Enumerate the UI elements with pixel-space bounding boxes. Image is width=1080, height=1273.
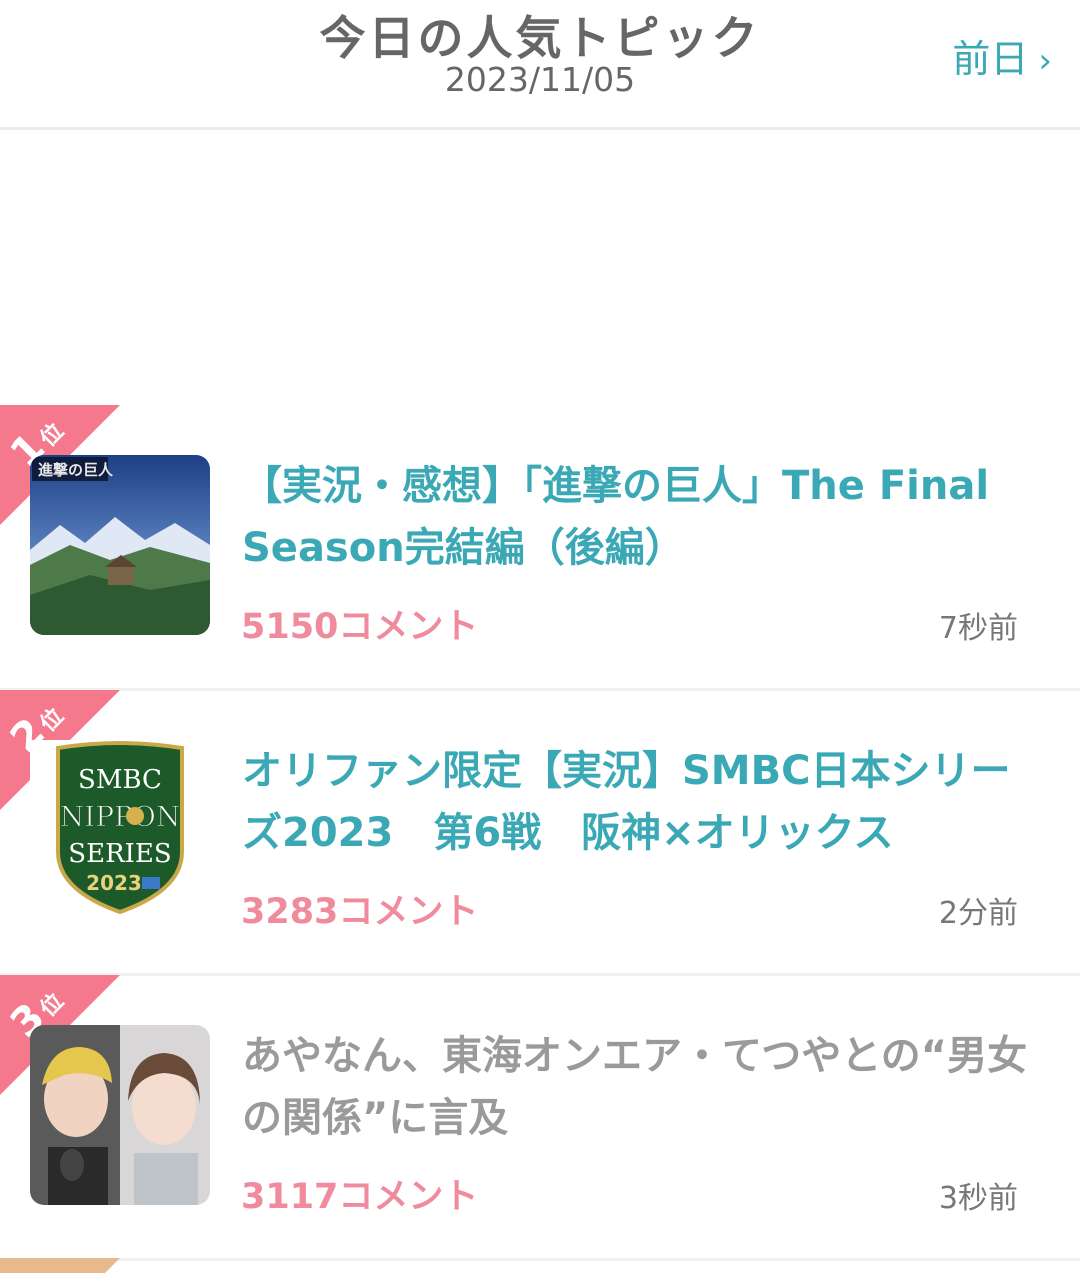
app-header: 今日の人気トピック 2023/11/05 前日 › [0,0,1080,130]
previous-day-label: 前日 [952,37,1029,81]
page-date: 2023/11/05 [444,60,636,99]
ad-space [0,130,1080,400]
previous-day-button[interactable]: 前日 › [952,28,1052,83]
svg-text:SERIES: SERIES [68,839,171,869]
chevron-right-icon: › [1038,41,1052,81]
topic-thumbnail[interactable]: SMBC NIPPON SERIES 2023 [30,740,210,920]
timestamp: 3秒前 [938,1181,1018,1216]
comment-count: 5150コメント [241,607,479,647]
topic-thumbnail[interactable]: 進撃の巨人 [30,455,210,635]
topic-title-link[interactable]: オリファン限定【実況】SMBC日本シリーズ2023 第6戦 阪神×オリックス [242,740,1042,864]
topic-item[interactable]: 1位 進撃の巨人 【実況・感想】「進撃の巨人」The Final Season完… [0,405,1080,691]
comment-count: 3117コメント [241,1177,479,1217]
portrait-photos-image [30,1025,210,1205]
next-rank-ribbon-peek [0,1258,120,1273]
anime-landscape-image: 進撃の巨人 [30,455,210,635]
comment-count: 3283コメント [241,892,479,932]
topic-title-link[interactable]: あやなん、東海オンエア・てつやとの“男女の関係”に言及 [242,1025,1042,1149]
topic-item[interactable]: 2位 SMBC NIPPON SERIES 2023 オリファン限定【実況】SM… [0,690,1080,976]
svg-text:NIPPON: NIPPON [60,800,181,833]
topic-thumbnail[interactable] [30,1025,210,1205]
timestamp: 2分前 [938,896,1018,931]
timestamp: 7秒前 [938,611,1018,646]
svg-text:進撃の巨人: 進撃の巨人 [38,461,114,479]
page-title: 今日の人気トピック [319,11,761,65]
topic-title-link[interactable]: 【実況・感想】「進撃の巨人」The Final Season完結編（後編） [242,455,1042,579]
svg-text:SMBC: SMBC [78,765,162,795]
svg-text:2023: 2023 [86,871,142,895]
topic-item[interactable]: 3位 あやなん、東海オンエア・てつやとの“男女の関係”に言及 3117コメント … [0,975,1080,1261]
smbc-nippon-series-logo: SMBC NIPPON SERIES 2023 [30,740,210,920]
